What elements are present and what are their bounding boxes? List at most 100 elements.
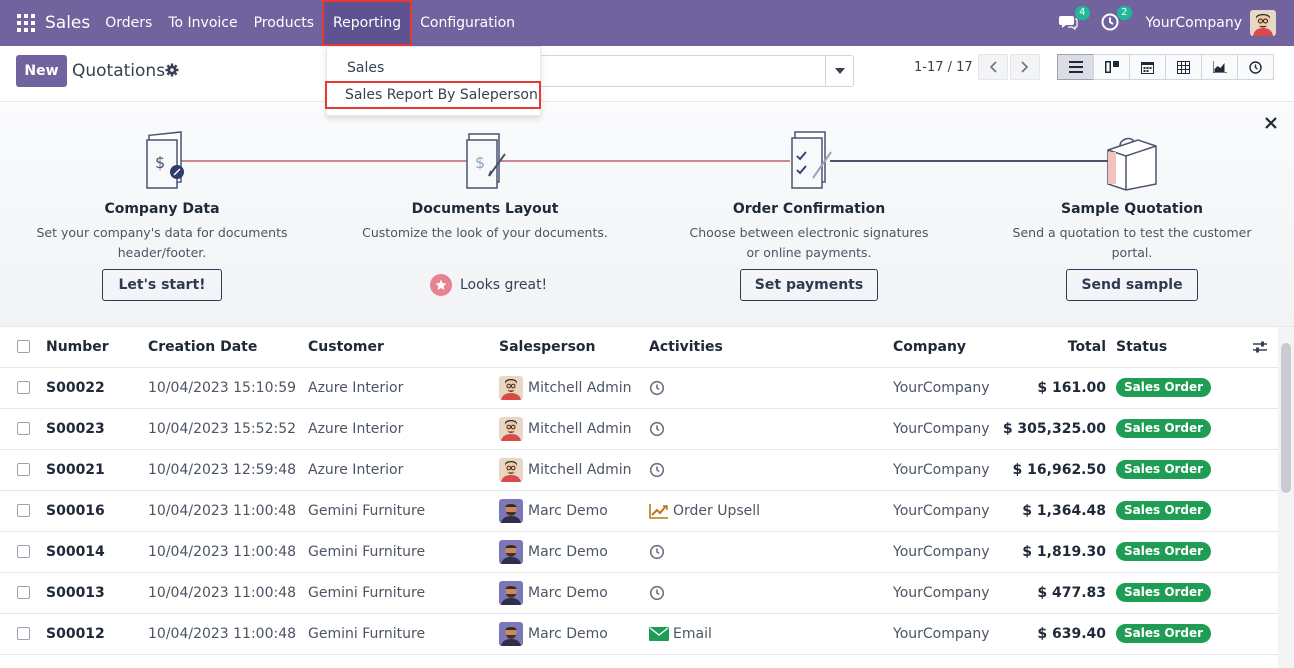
clock-icon[interactable] bbox=[649, 421, 665, 437]
status-cell: Sales Order bbox=[1116, 408, 1278, 450]
chart-line-icon[interactable] bbox=[649, 503, 669, 519]
menu-reporting[interactable]: Reporting bbox=[322, 0, 413, 46]
salesperson-name: Mitchell Admin bbox=[528, 461, 632, 478]
row-checkbox[interactable] bbox=[17, 381, 30, 394]
column-company[interactable]: Company bbox=[893, 327, 993, 368]
page-title[interactable]: Quotations bbox=[72, 61, 165, 81]
company-name: YourCompany bbox=[893, 408, 993, 450]
menu-item-sales-report-by-saleperson[interactable]: Sales Report By Saleperson bbox=[325, 81, 541, 109]
salesperson-avatar[interactable] bbox=[499, 621, 523, 646]
company-switcher[interactable]: YourCompany bbox=[1146, 15, 1243, 31]
search-input[interactable] bbox=[540, 55, 854, 87]
step-desc-company-data: Set your company's data for documents he… bbox=[12, 223, 312, 263]
table-row[interactable]: S00012 10/04/2023 11:00:48 Gemini Furnitur… bbox=[0, 613, 1278, 655]
column-activities[interactable]: Activities bbox=[649, 327, 893, 368]
optional-columns-sliders-icon[interactable] bbox=[1252, 340, 1268, 354]
search-options-toggle[interactable] bbox=[825, 56, 853, 86]
menu-item-sales[interactable]: Sales bbox=[327, 54, 542, 82]
menu-to-invoice[interactable]: To Invoice bbox=[160, 0, 245, 46]
company-data-illustration-icon: $ bbox=[143, 128, 203, 192]
activities-clock-icon[interactable]: 2 bbox=[1100, 6, 1132, 34]
row-checkbox[interactable] bbox=[17, 586, 30, 599]
close-icon[interactable] bbox=[1264, 116, 1278, 130]
menu-products[interactable]: Products bbox=[246, 0, 322, 46]
row-checkbox[interactable] bbox=[17, 627, 30, 640]
column-creation-date[interactable]: Creation Date bbox=[148, 327, 308, 368]
list-view-button[interactable] bbox=[1057, 54, 1094, 80]
order-total: $ 1,819.30 bbox=[993, 531, 1116, 573]
salesperson-name: Marc Demo bbox=[528, 543, 608, 560]
table-row[interactable]: S00021 10/04/2023 12:59:48 Azure Interior M… bbox=[0, 449, 1278, 491]
salesperson-avatar[interactable] bbox=[499, 539, 523, 564]
messages-icon[interactable]: 4 bbox=[1058, 6, 1090, 34]
pivot-view-button[interactable] bbox=[1165, 54, 1202, 80]
chevron-right-icon bbox=[1021, 61, 1029, 73]
table-row[interactable]: S00014 10/04/2023 11:00:48 Gemini Furnitur… bbox=[0, 531, 1278, 573]
table-row[interactable]: S00013 10/04/2023 11:00:48 Gemini Furnitur… bbox=[0, 572, 1278, 614]
creation-date: 10/04/2023 11:00:48 bbox=[148, 531, 308, 573]
table-row[interactable]: S00022 10/04/2023 15:10:59 Azure Interior M… bbox=[0, 367, 1278, 409]
star-icon bbox=[430, 274, 452, 296]
salesperson-avatar[interactable] bbox=[499, 375, 523, 400]
envelope-icon[interactable] bbox=[649, 626, 669, 641]
clock-icon[interactable] bbox=[649, 544, 665, 560]
salesperson-avatar[interactable] bbox=[499, 457, 523, 482]
column-total[interactable]: Total bbox=[993, 327, 1116, 368]
column-salesperson[interactable]: Salesperson bbox=[499, 327, 649, 368]
activities-cell bbox=[649, 367, 893, 409]
looks-great-label: Looks great! bbox=[460, 277, 548, 293]
table-row[interactable]: S00023 10/04/2023 15:52:52 Azure Interior M… bbox=[0, 408, 1278, 450]
row-checkbox[interactable] bbox=[17, 463, 30, 476]
row-checkbox[interactable] bbox=[17, 545, 30, 558]
column-customer[interactable]: Customer bbox=[308, 327, 499, 368]
row-checkbox[interactable] bbox=[17, 504, 30, 517]
new-button[interactable]: New bbox=[16, 55, 67, 87]
row-checkbox[interactable] bbox=[17, 422, 30, 435]
salesperson-avatar[interactable] bbox=[499, 416, 523, 441]
table-header-row: Number Creation Date Customer Salesperso… bbox=[0, 327, 1278, 368]
send-sample-button[interactable]: Send sample bbox=[1066, 269, 1198, 301]
list-scrollbar[interactable] bbox=[1278, 327, 1294, 668]
progress-line-done-2 bbox=[500, 160, 790, 162]
select-all-checkbox[interactable] bbox=[17, 340, 30, 354]
clock-icon[interactable] bbox=[649, 585, 665, 601]
row-select-cell bbox=[0, 490, 46, 532]
scrollbar-thumb[interactable] bbox=[1281, 343, 1291, 493]
activities-cell bbox=[649, 531, 893, 573]
top-navbar: Sales Orders To Invoice Products Reporti… bbox=[0, 0, 1294, 46]
row-select-cell bbox=[0, 408, 46, 450]
user-avatar[interactable] bbox=[1250, 10, 1276, 36]
clock-icon[interactable] bbox=[649, 462, 665, 478]
pager-value[interactable]: 1-17 / 17 bbox=[914, 60, 973, 75]
status-cell: Sales Order bbox=[1116, 490, 1278, 532]
status-cell: Sales Order bbox=[1116, 613, 1278, 655]
clock-icon[interactable] bbox=[649, 380, 665, 396]
apps-menu-icon[interactable] bbox=[17, 14, 35, 32]
kanban-view-button[interactable] bbox=[1093, 54, 1130, 80]
app-name[interactable]: Sales bbox=[45, 13, 90, 33]
caret-down-icon bbox=[834, 68, 845, 74]
graph-view-button[interactable] bbox=[1201, 54, 1238, 80]
order-number: S00013 bbox=[46, 572, 148, 614]
row-select-cell bbox=[0, 367, 46, 409]
progress-line-done bbox=[180, 160, 470, 162]
table-row[interactable]: S00016 10/04/2023 11:00:48 Gemini Furnitur… bbox=[0, 490, 1278, 532]
pager-next-button[interactable] bbox=[1010, 54, 1040, 80]
column-number[interactable]: Number bbox=[46, 327, 148, 368]
menu-orders[interactable]: Orders bbox=[97, 0, 160, 46]
menu-configuration[interactable]: Configuration bbox=[412, 0, 523, 46]
activity-view-button[interactable] bbox=[1237, 54, 1274, 80]
salesperson-avatar[interactable] bbox=[499, 498, 523, 523]
lets-start-button[interactable]: Let's start! bbox=[102, 269, 222, 301]
salesperson-cell: Marc Demo bbox=[499, 531, 649, 573]
pager-previous-button[interactable] bbox=[978, 54, 1008, 80]
calendar-view-button[interactable] bbox=[1129, 54, 1166, 80]
salesperson-cell: Marc Demo bbox=[499, 490, 649, 532]
set-payments-button[interactable]: Set payments bbox=[740, 269, 878, 301]
gear-icon[interactable] bbox=[165, 63, 179, 77]
select-all-cell bbox=[0, 327, 46, 368]
sample-quotation-illustration-icon bbox=[1104, 128, 1164, 192]
salesperson-avatar[interactable] bbox=[499, 580, 523, 605]
company-name: YourCompany bbox=[893, 449, 993, 491]
step-title-documents-layout: Documents Layout bbox=[411, 201, 559, 217]
